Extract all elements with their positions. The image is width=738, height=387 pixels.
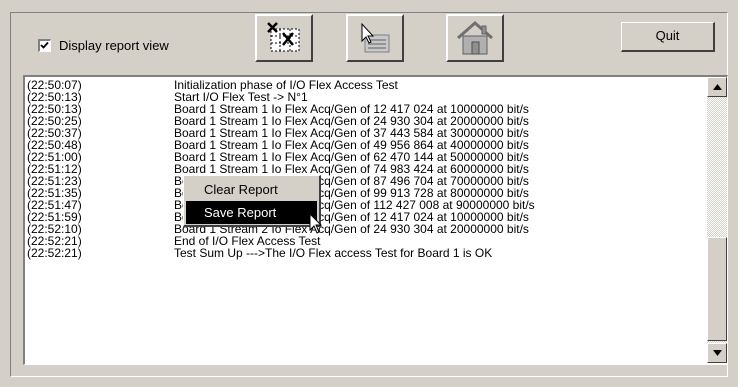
cursor-chart-icon — [361, 22, 390, 53]
mouse-cursor-icon — [309, 213, 323, 234]
clear-grid-button[interactable] — [255, 14, 313, 62]
home-icon — [457, 20, 493, 55]
checkmark-icon — [40, 41, 49, 49]
display-report-checkbox[interactable] — [38, 39, 51, 52]
report-line-time: (22:52:21) — [27, 246, 82, 260]
scrollbar-thumb[interactable] — [707, 237, 727, 341]
clear-grid-icon — [267, 22, 300, 52]
display-report-option[interactable]: Display report view — [38, 38, 169, 53]
context-menu: Clear Report Save Report — [183, 175, 321, 227]
scroll-up-button[interactable] — [707, 77, 727, 97]
scroll-down-button[interactable] — [707, 343, 727, 363]
cursor-chart-button[interactable] — [346, 14, 404, 62]
vertical-scrollbar[interactable] — [707, 77, 727, 363]
clear-report-menu-item[interactable]: Clear Report — [186, 178, 317, 201]
report-view[interactable]: (22:50:07) Initialization phase of I/O Fl… — [23, 75, 728, 365]
window: Display report view Quit (22:50:07) Init… — [0, 0, 738, 387]
quit-button[interactable]: Quit — [621, 22, 715, 52]
display-report-label: Display report view — [59, 38, 169, 53]
home-button[interactable] — [446, 14, 504, 62]
report-line-message: Test Sum Up --->The I/O Flex access Test… — [174, 246, 493, 260]
arrow-down-icon — [712, 350, 722, 356]
save-report-menu-item[interactable]: Save Report — [186, 201, 317, 224]
arrow-up-icon — [712, 84, 722, 90]
